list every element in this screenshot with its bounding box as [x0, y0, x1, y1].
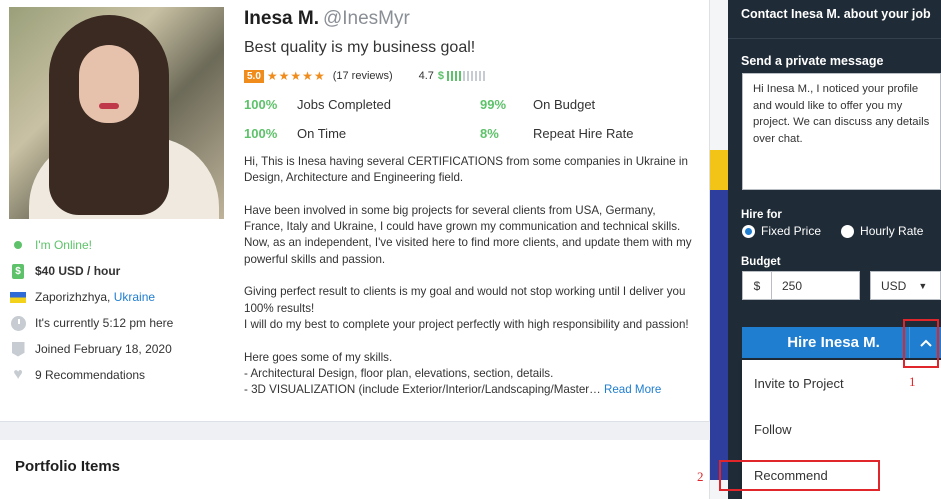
country-link[interactable]: Ukraine: [114, 290, 155, 304]
bio-paragraph: Hi, This is Inesa having several CERTIFI…: [244, 155, 688, 185]
budget-label: Budget: [741, 256, 781, 268]
local-time: It's currently 5:12 pm here: [9, 310, 229, 336]
profile-side-info: I'm Online! $ $40 USD / hour Zaporizhzhy…: [9, 232, 229, 388]
profile-photo: [9, 7, 224, 219]
earnings-bar-segment: [471, 71, 474, 81]
contact-title: Contact Inesa M. about your job: [741, 7, 931, 21]
fixed-price-radio[interactable]: [742, 224, 755, 238]
hourly-rate-radio[interactable]: [841, 224, 855, 238]
reviews-link[interactable]: (17 reviews): [333, 70, 393, 82]
stat-repeat-hire: 8% Repeat Hire Rate: [480, 126, 634, 141]
dollar-icon: $: [12, 263, 24, 279]
username-handle: @InesMyr: [322, 8, 410, 29]
hourly-rate: $ $40 USD / hour: [9, 258, 229, 284]
earnings-bar-segment: [463, 71, 466, 81]
location: Zaporizhzhya, Ukraine: [9, 284, 229, 310]
budget-input[interactable]: [771, 271, 860, 300]
earnings-dollar-icon: $: [437, 70, 445, 82]
earnings-bar: [447, 71, 487, 81]
earnings-bar-segment: [459, 71, 462, 81]
annotation-number: 2: [697, 469, 704, 484]
earnings-bar-segment: [483, 71, 486, 81]
hire-type-options: Fixed Price Hourly Rate: [742, 224, 923, 238]
earnings-bar-segment: [475, 71, 478, 81]
joined-date: Joined February 18, 2020: [9, 336, 229, 362]
rating-row: 5.0 ★★★★★ (17 reviews) 4.7 $: [244, 69, 487, 83]
clock-icon: [10, 315, 26, 331]
stat-on-time: 100% On Time: [244, 126, 347, 141]
earnings-score: 4.7: [418, 70, 434, 82]
bio-paragraph: Have been involved in some big projects …: [244, 203, 692, 266]
bio-paragraph: Giving perfect result to clients is my g…: [244, 285, 689, 331]
divider: [728, 38, 941, 39]
earnings-bar-segment: [455, 71, 458, 81]
earnings-bar-segment: [479, 71, 482, 81]
annotation-highlight-box: [903, 319, 939, 368]
read-more-link[interactable]: Read More: [604, 383, 661, 396]
stat-on-budget: 99% On Budget: [480, 97, 596, 112]
hire-for-label: Hire for: [741, 209, 782, 221]
fixed-price-label[interactable]: Fixed Price: [761, 224, 821, 238]
hourly-rate-label[interactable]: Hourly Rate: [860, 224, 923, 238]
currency-select[interactable]: USD ▼: [870, 271, 941, 300]
portfolio-section: Portfolio Items: [0, 440, 710, 499]
profile-bio: Hi, This is Inesa having several CERTIFI…: [244, 154, 694, 398]
profile-tagline: Best quality is my business goal!: [244, 39, 476, 56]
stat-jobs-completed: 100% Jobs Completed: [244, 97, 391, 112]
earnings-bar-segment: [447, 71, 450, 81]
private-message-input[interactable]: [742, 73, 941, 190]
chevron-down-icon: ▼: [918, 280, 928, 291]
private-message-label: Send a private message: [741, 54, 884, 68]
online-dot-icon: [14, 241, 22, 249]
online-status: I'm Online!: [9, 232, 229, 258]
badge-icon: [11, 341, 25, 357]
profile-name: Inesa M. @InesMyr: [244, 8, 410, 29]
background-strip: [710, 0, 728, 499]
star-rating-icon: ★★★★★: [266, 69, 326, 83]
earnings-bar-segment: [467, 71, 470, 81]
profile-card: I'm Online! $ $40 USD / hour Zaporizhzhy…: [0, 0, 710, 422]
currency-prefix: $: [742, 271, 772, 300]
recommendations: ♥ 9 Recommendations: [13, 366, 146, 383]
portfolio-title: Portfolio Items: [15, 458, 121, 475]
annotation-highlight-box: [719, 460, 880, 491]
annotation-number: 1: [909, 374, 916, 389]
ukraine-flag-icon: [10, 291, 26, 303]
menu-item-follow[interactable]: Follow: [742, 406, 941, 452]
bio-paragraph: Here goes some of my skills. - Architect…: [244, 350, 662, 397]
heart-icon: ♥: [13, 366, 23, 383]
earnings-bar-segment: [451, 71, 454, 81]
rating-badge: 5.0: [244, 69, 264, 83]
